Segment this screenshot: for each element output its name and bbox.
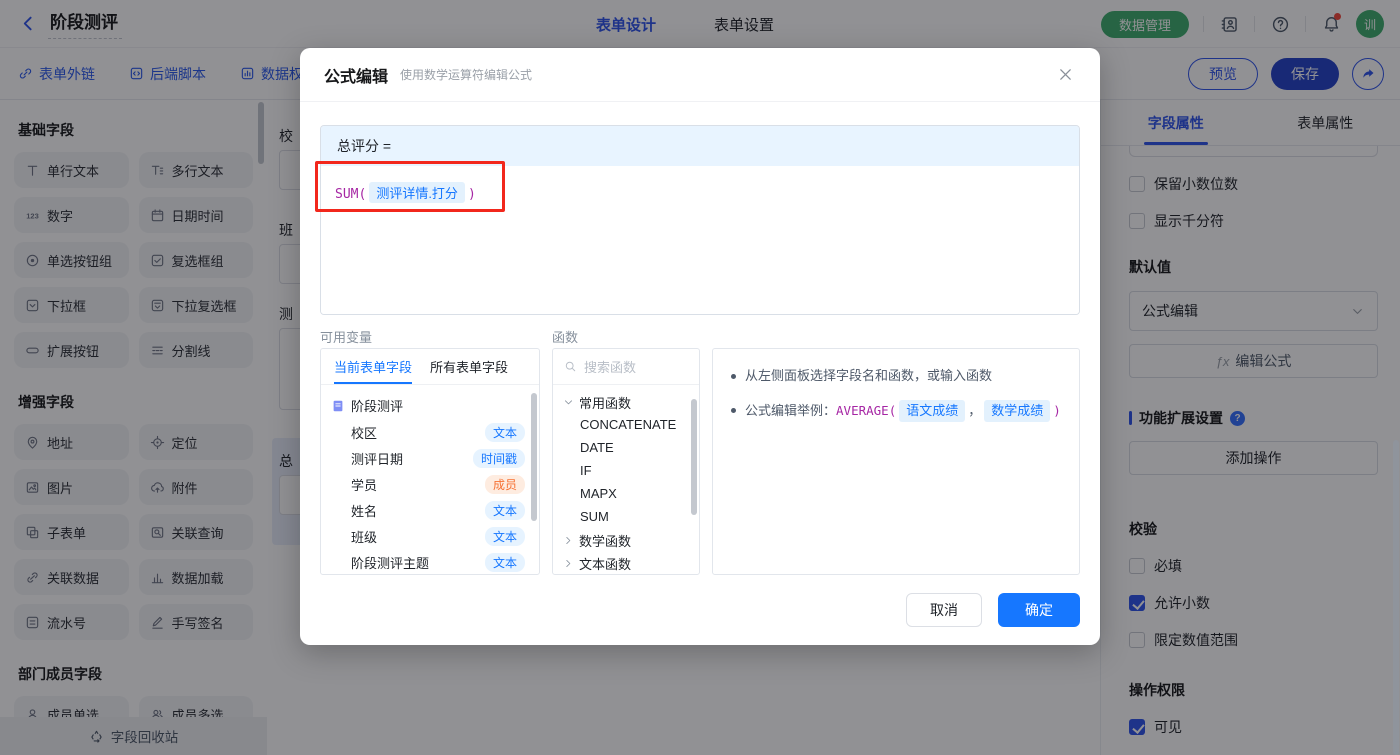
example-function-close: )	[1053, 401, 1061, 421]
functions-label: 函数	[552, 327, 578, 346]
variables-root-label: 阶段测评	[351, 396, 403, 415]
variable-row[interactable]: 阶段测评主题 文本	[321, 549, 539, 575]
variable-row[interactable]: 学员 成员	[321, 471, 539, 497]
chevron-right-icon	[563, 558, 574, 569]
function-item-mapx[interactable]: MAPX	[553, 483, 699, 506]
app-screen: 阶段测评 表单设计 表单设置 数据管理	[0, 0, 1400, 755]
formula-field-token[interactable]: 测评详情.打分	[369, 182, 465, 203]
field-type-badge: 成员	[485, 475, 525, 494]
variable-row[interactable]: 姓名 文本	[321, 497, 539, 523]
confirm-button[interactable]: 确定	[998, 593, 1080, 627]
field-type-badge: 文本	[485, 501, 525, 520]
chevron-down-icon	[563, 397, 574, 408]
variables-scrollbar-thumb[interactable]	[531, 393, 537, 521]
formula-function-open: SUM(	[335, 187, 366, 202]
close-icon	[1058, 67, 1073, 82]
function-search-input[interactable]: 搜索函数	[553, 349, 699, 385]
variable-row[interactable]: 班级 文本	[321, 523, 539, 549]
search-placeholder: 搜索函数	[584, 357, 636, 376]
function-item-date[interactable]: DATE	[553, 437, 699, 460]
field-type-badge: 文本	[485, 423, 525, 442]
chevron-right-icon	[563, 535, 574, 546]
field-type-badge: 时间戳	[473, 449, 525, 468]
tab-all-form-fields[interactable]: 所有表单字段	[430, 349, 508, 384]
modal-title: 公式编辑	[324, 63, 388, 87]
formula-edit-modal: 公式编辑 使用数学运算符编辑公式 总评分 = SUM(测评详情.打分) 可用变量…	[300, 48, 1100, 645]
bullet-dot	[731, 408, 736, 413]
formula-target: 总评分 =	[321, 126, 1079, 166]
function-item-sum[interactable]: SUM	[553, 506, 699, 529]
field-type-badge: 文本	[485, 527, 525, 546]
formula-editor[interactable]: 总评分 = SUM(测评详情.打分)	[320, 125, 1080, 315]
formula-function-close: )	[468, 187, 476, 202]
help-panel: 从左侧面板选择字段名和函数，或输入函数 公式编辑举例： AVERAGE( 语文成…	[712, 348, 1080, 575]
cancel-button[interactable]: 取消	[906, 593, 982, 627]
function-group-common[interactable]: 常用函数	[553, 391, 699, 414]
variables-label: 可用变量	[320, 327, 372, 346]
example-token-1: 语文成绩	[899, 400, 965, 422]
functions-panel: 搜索函数 常用函数 CONCATENATE DATE IF MAPX SUM 数…	[552, 348, 700, 575]
function-group-text[interactable]: 文本函数	[553, 552, 699, 575]
function-item-if[interactable]: IF	[553, 460, 699, 483]
example-token-2: 数学成绩	[984, 400, 1050, 422]
tab-current-form-fields[interactable]: 当前表单字段	[334, 349, 412, 384]
bullet-dot	[731, 374, 736, 379]
help-line-2: 公式编辑举例： AVERAGE( 语文成绩 ， 数学成绩 )	[745, 400, 1061, 422]
help-line-1: 从左侧面板选择字段名和函数，或输入函数	[745, 366, 992, 386]
search-icon	[564, 360, 577, 373]
variables-panel: 当前表单字段 所有表单字段 阶段测评 校区 文本 测评日期 时间戳	[320, 348, 540, 575]
modal-subtitle: 使用数学运算符编辑公式	[400, 66, 532, 83]
close-button[interactable]	[1054, 64, 1076, 86]
variables-tree-root[interactable]: 阶段测评	[321, 392, 539, 419]
formula-expression[interactable]: SUM(测评详情.打分)	[321, 166, 1079, 315]
variable-row[interactable]: 测评日期 时间戳	[321, 445, 539, 471]
page-scrollbar-thumb[interactable]	[1393, 440, 1399, 755]
functions-scrollbar-thumb[interactable]	[691, 399, 697, 515]
function-item-concatenate[interactable]: CONCATENATE	[553, 414, 699, 437]
variable-row[interactable]: 校区 文本	[321, 419, 539, 445]
example-function-open: AVERAGE(	[836, 401, 896, 421]
function-group-math[interactable]: 数学函数	[553, 529, 699, 552]
field-type-badge: 文本	[485, 553, 525, 572]
form-doc-icon	[331, 399, 345, 413]
